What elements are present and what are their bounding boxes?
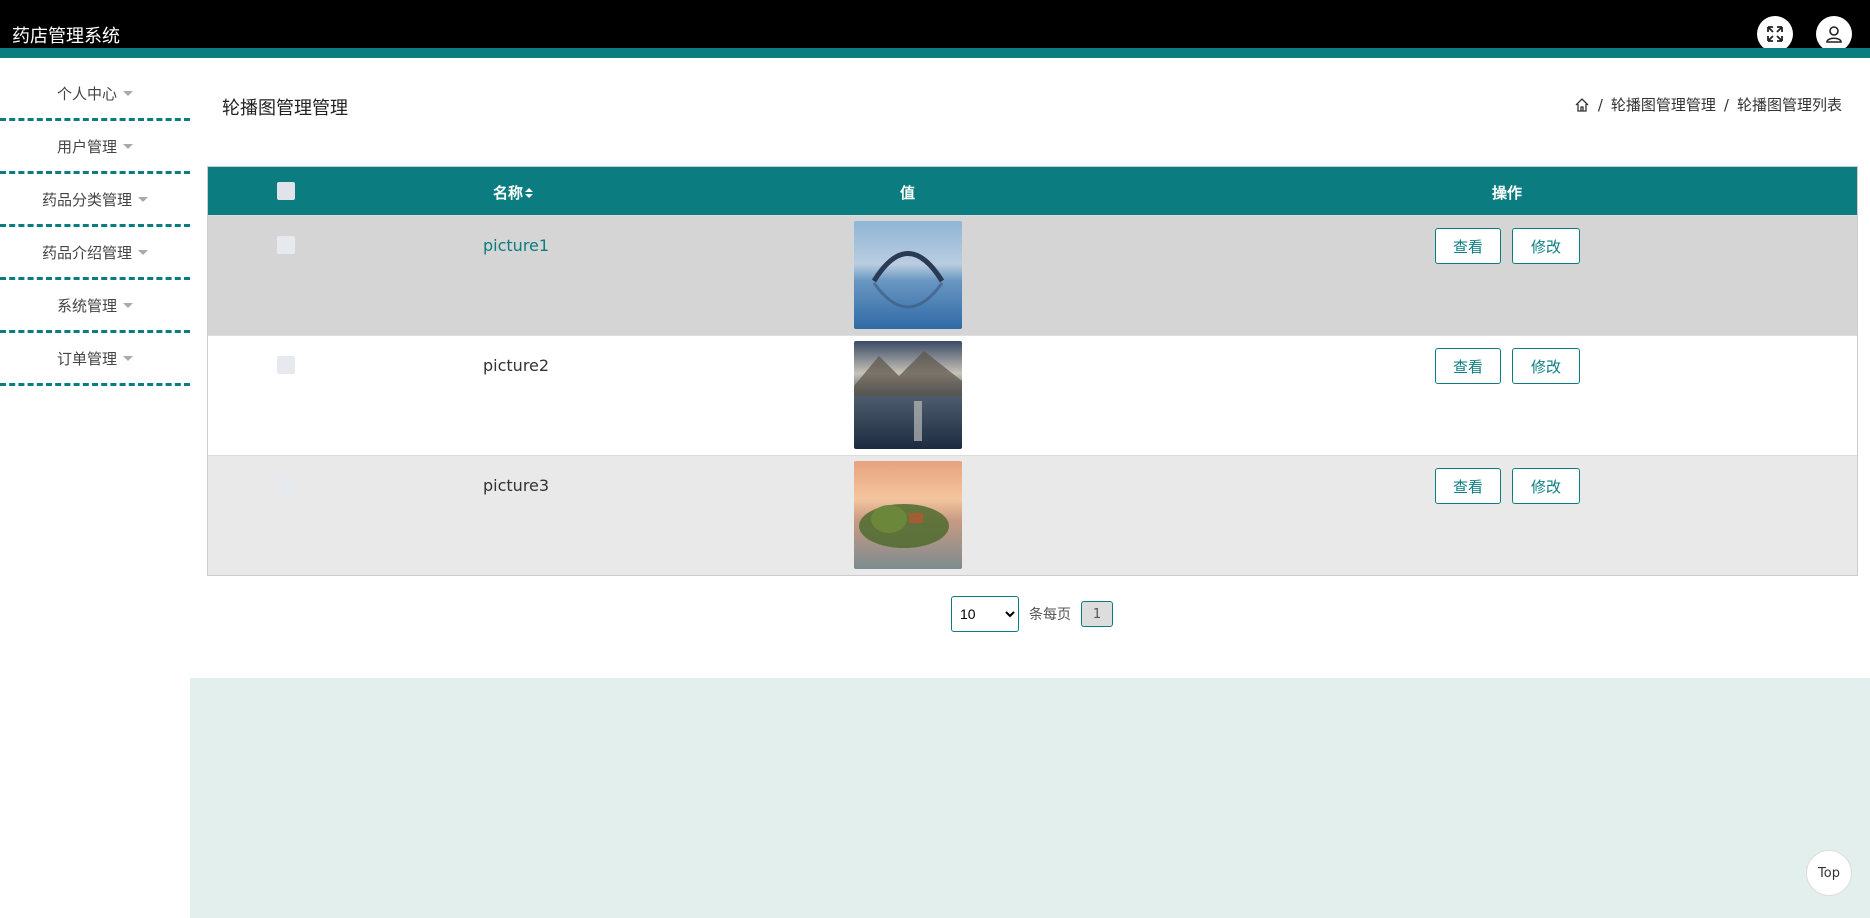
sidebar-item-label: 药品分类管理 — [41, 190, 132, 209]
sidebar-item-label: 用户管理 — [56, 137, 117, 156]
mountain-icon — [854, 351, 962, 441]
caret-down-icon — [123, 90, 133, 96]
sidebar-item-user-management[interactable]: 用户管理 — [0, 121, 190, 174]
row-name: picture1 — [483, 236, 550, 255]
breadcrumb-item-current: 轮播图管理列表 — [1736, 96, 1842, 114]
app-title: 药店管理系统 — [12, 26, 120, 47]
sidebar-item-personal-center[interactable]: 个人中心 — [0, 68, 190, 121]
row-name: picture2 — [483, 356, 550, 375]
table-row: picture2 查看 修改 — [208, 335, 1857, 455]
edit-button[interactable]: 修改 — [1512, 348, 1580, 384]
table-row: picture1 查看 修改 — [208, 215, 1857, 335]
view-button[interactable]: 查看 — [1435, 228, 1501, 264]
column-header-name-label: 名称 — [493, 184, 524, 202]
page-title: 轮播图管理管理 — [222, 98, 348, 119]
sort-icon[interactable] — [524, 187, 534, 199]
sidebar-item-drug-intro[interactable]: 药品介绍管理 — [0, 227, 190, 280]
breadcrumb: / 轮播图管理管理 / 轮播图管理列表 — [1574, 94, 1842, 115]
caret-down-icon — [138, 196, 148, 202]
bridge-lake-thumbnail[interactable] — [854, 221, 962, 329]
mountain-lake-thumbnail[interactable] — [854, 341, 962, 449]
view-button[interactable]: 查看 — [1435, 468, 1501, 504]
breadcrumb-separator: / — [1723, 95, 1729, 114]
sidebar-item-label: 系统管理 — [56, 296, 117, 315]
bridge-arch-icon — [871, 251, 945, 309]
sunset-island-thumbnail[interactable] — [854, 461, 962, 569]
sidebar: 个人中心 用户管理 药品分类管理 药品介绍管理 系统管理 订单管理 — [0, 68, 190, 918]
page-number-button[interactable]: 1 — [1081, 601, 1113, 627]
back-to-top-button[interactable]: Top — [1806, 850, 1852, 896]
sidebar-item-system[interactable]: 系统管理 — [0, 280, 190, 333]
fullscreen-button[interactable] — [1757, 16, 1793, 52]
row-name: picture3 — [483, 476, 550, 495]
top-header: 药店管理系统 — [0, 0, 1870, 58]
row-checkbox[interactable] — [277, 236, 295, 254]
sidebar-item-label: 药品介绍管理 — [41, 243, 132, 262]
row-checkbox[interactable] — [277, 356, 295, 374]
pagination: 10 条每页 1 — [951, 596, 1113, 632]
fullscreen-icon — [1767, 26, 1783, 42]
user-icon — [1826, 26, 1842, 43]
column-header-name[interactable]: 名称 — [493, 182, 534, 203]
select-all-checkbox[interactable] — [277, 182, 295, 200]
carousel-table: 名称 值 操作 picture1 查看 修改 picture2 查看 修改 pi… — [207, 166, 1858, 576]
caret-down-icon — [138, 249, 148, 255]
sidebar-item-drug-category[interactable]: 药品分类管理 — [0, 174, 190, 227]
breadcrumb-separator: / — [1597, 95, 1603, 114]
sidebar-item-label: 订单管理 — [56, 349, 117, 368]
page-size-select[interactable]: 10 — [951, 596, 1019, 632]
user-button[interactable] — [1816, 16, 1852, 52]
per-page-label: 条每页 — [1029, 607, 1071, 623]
home-icon[interactable] — [1574, 97, 1590, 113]
sidebar-item-label: 个人中心 — [56, 84, 117, 103]
header-accent-bar — [0, 48, 1870, 58]
table-header: 名称 值 操作 — [208, 167, 1857, 215]
caret-down-icon — [123, 355, 133, 361]
table-row: picture3 查看 修改 — [208, 455, 1857, 575]
edit-button[interactable]: 修改 — [1512, 468, 1580, 504]
row-checkbox[interactable] — [277, 476, 295, 494]
column-header-actions: 操作 — [1492, 184, 1523, 202]
sidebar-item-orders[interactable]: 订单管理 — [0, 333, 190, 386]
breadcrumb-item-module[interactable]: 轮播图管理管理 — [1611, 94, 1716, 115]
caret-down-icon — [123, 302, 133, 308]
island-icon — [859, 504, 949, 548]
edit-button[interactable]: 修改 — [1512, 228, 1580, 264]
caret-down-icon — [123, 143, 133, 149]
footer-band — [190, 678, 1870, 918]
column-header-value: 值 — [900, 184, 916, 202]
view-button[interactable]: 查看 — [1435, 348, 1501, 384]
